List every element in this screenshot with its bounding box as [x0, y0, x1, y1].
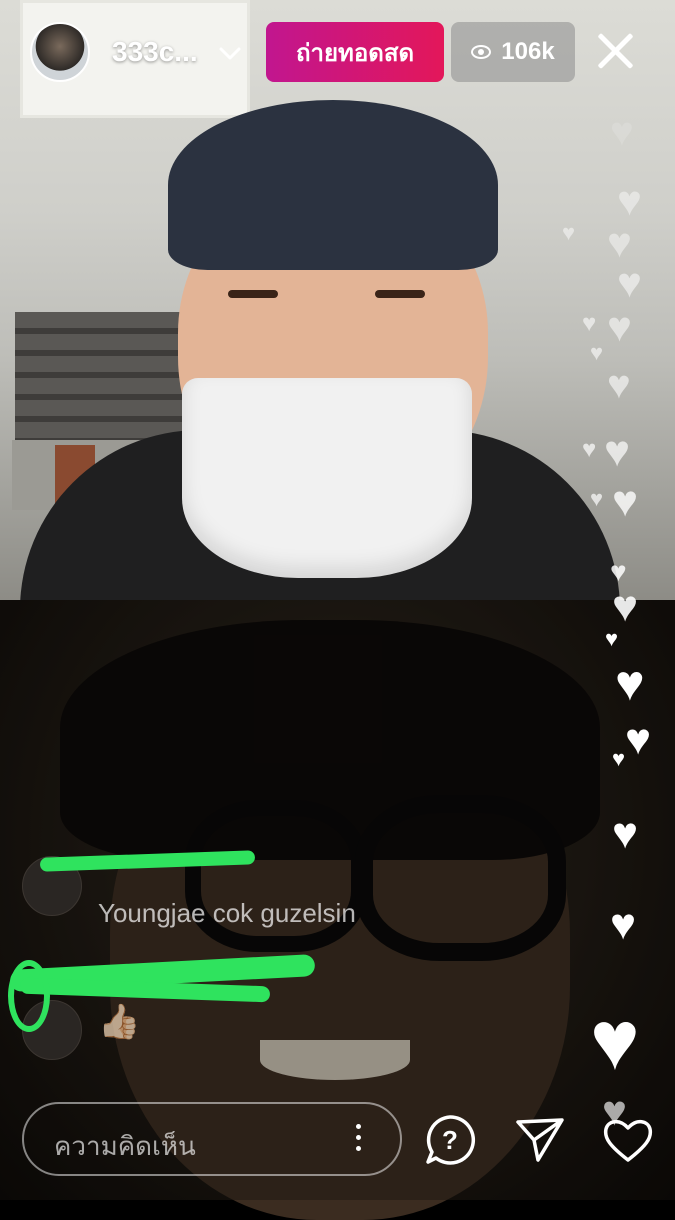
heart-icon: ♥	[590, 486, 604, 511]
heart-icon: ♥	[617, 177, 642, 224]
heart-icon: ♥	[612, 477, 639, 526]
heart-icon: ♥	[562, 220, 576, 245]
heart-icon: ♥	[590, 993, 640, 1087]
question-icon[interactable]: ?	[422, 1112, 478, 1168]
heart-icon: ♥	[605, 626, 619, 651]
eye-icon	[471, 45, 492, 59]
comment-emoji: 👍🏻	[98, 1003, 141, 1041]
comment-input[interactable]: ความคิดเห็น	[22, 1102, 402, 1176]
host-eye-left	[228, 290, 278, 298]
comment-placeholder: ความคิดเห็น	[54, 1131, 196, 1161]
heart-icon: ♥	[607, 219, 632, 266]
heart-icon: ♥	[607, 363, 631, 407]
close-icon[interactable]	[594, 30, 636, 72]
heart-icon: ♥	[604, 427, 631, 476]
chevron-down-icon[interactable]	[218, 46, 242, 62]
viewer-count-pill[interactable]: 106k	[451, 22, 575, 82]
face-mask	[182, 378, 472, 578]
heart-icon: ♥	[582, 436, 597, 463]
heart-icon: ♥	[612, 582, 639, 631]
heart-icon: ♥	[612, 746, 626, 771]
heart-icon: ♥	[617, 259, 642, 306]
heart-icon: ♥	[610, 110, 634, 154]
viewer-count: 106k	[501, 38, 555, 65]
send-icon[interactable]	[512, 1112, 568, 1168]
host-eye-right	[375, 290, 425, 298]
heart-icon: ♥	[625, 715, 652, 764]
host-username[interactable]: 333c...	[112, 36, 198, 68]
heart-icon: ♥	[582, 310, 597, 337]
window-blind	[15, 312, 185, 440]
more-options-icon[interactable]	[356, 1124, 362, 1156]
heart-icon[interactable]	[600, 1112, 656, 1168]
redaction-scribble	[8, 960, 50, 1032]
comment-text: Youngjae cok guzelsin	[98, 898, 356, 928]
heart-icon: ♥	[612, 809, 639, 858]
svg-text:?: ?	[442, 1125, 458, 1155]
live-badge: ถ่ายทอดสด	[266, 22, 444, 82]
heart-icon: ♥	[590, 340, 604, 365]
live-header: 333c... ถ่ายทอดสด 106k	[0, 0, 675, 110]
avatar[interactable]	[30, 22, 90, 82]
heart-icon: ♥	[615, 655, 645, 711]
host-cap	[168, 100, 498, 270]
heart-icon: ♥	[607, 303, 632, 350]
heart-icon: ♥	[610, 900, 637, 949]
